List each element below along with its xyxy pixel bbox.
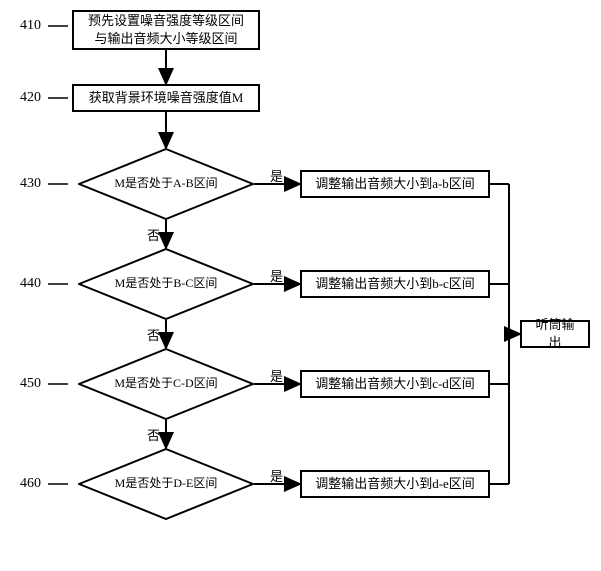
label-yes-460: 是 [268,466,285,485]
box-out-de: 调整输出音频大小到d-e区间 [300,470,490,498]
decision-460: M是否处于D-E区间 [78,448,254,520]
box-out-cd: 调整输出音频大小到c-d区间 [300,370,490,398]
label-yes-450: 是 [268,366,285,385]
decision-440: M是否处于B-C区间 [78,248,254,320]
box-out-ab: 调整输出音频大小到a-b区间 [300,170,490,198]
decision-450: M是否处于C-D区间 [78,348,254,420]
label-no-430: 否 [145,225,162,244]
box-out-bc: 调整输出音频大小到b-c区间 [300,270,490,298]
label-yes-430: 是 [268,166,285,185]
box-final-output: 听筒输出 [520,320,590,348]
ref-420: 420 [20,90,41,106]
ref-460: 460 [20,476,41,492]
label-yes-440: 是 [268,266,285,285]
decision-430: M是否处于A-B区间 [78,148,254,220]
ref-440: 440 [20,276,41,292]
ref-450: 450 [20,376,41,392]
decision-460-text: M是否处于D-E区间 [78,448,254,520]
ref-430: 430 [20,176,41,192]
ref-410: 410 [20,18,41,34]
box-preset: 预先设置噪音强度等级区间 与输出音频大小等级区间 [72,10,260,50]
box-get-noise: 获取背景环境噪音强度值M [72,84,260,112]
label-no-440: 否 [145,325,162,344]
decision-440-text: M是否处于B-C区间 [78,248,254,320]
decision-430-text: M是否处于A-B区间 [78,148,254,220]
decision-450-text: M是否处于C-D区间 [78,348,254,420]
label-no-450: 否 [145,425,162,444]
